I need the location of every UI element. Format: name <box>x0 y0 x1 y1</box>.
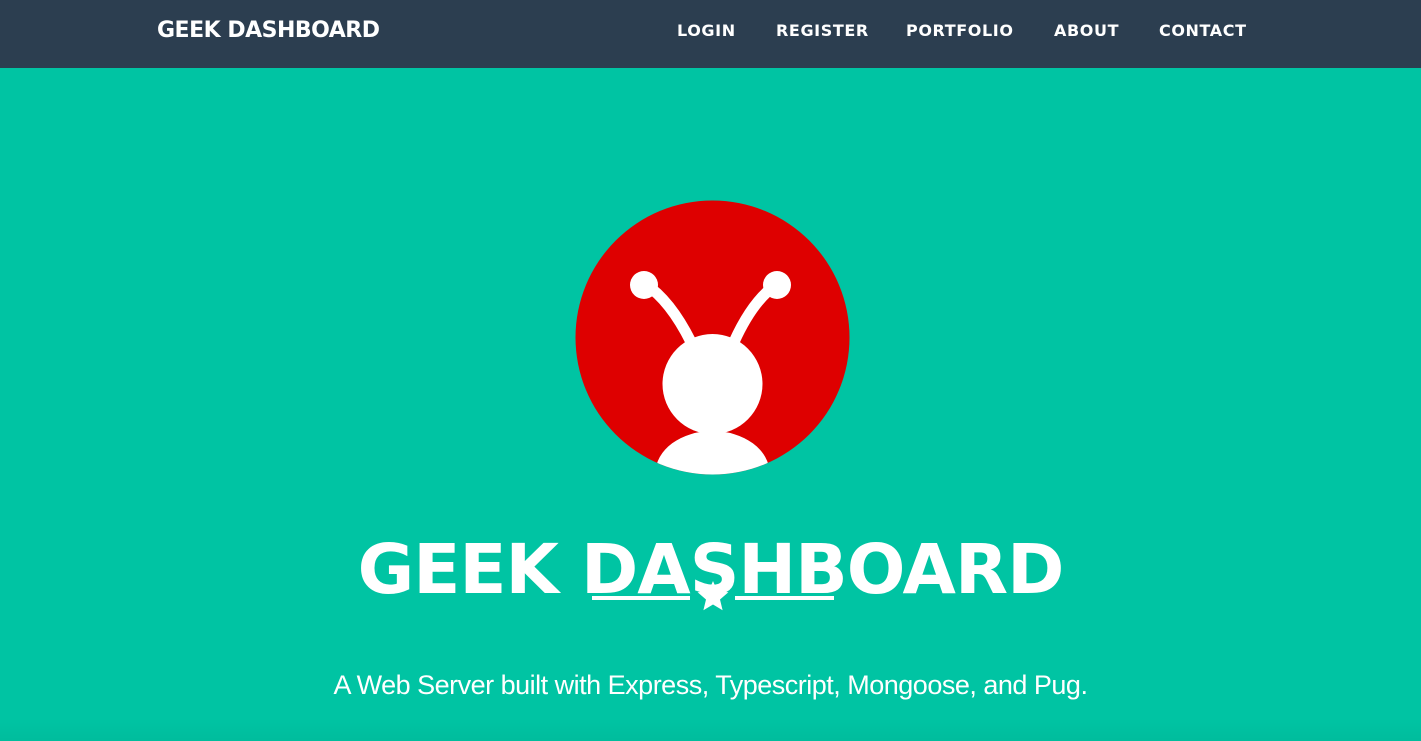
star-icon <box>696 580 730 614</box>
star-divider <box>592 578 834 616</box>
top-navbar: GEEK DASHBOARD LOGIN REGISTER PORTFOLIO … <box>0 0 1421 68</box>
nav-about[interactable]: ABOUT <box>1054 22 1119 40</box>
hero-subtitle: A Web Server built with Express, Typescr… <box>333 670 1088 700</box>
nav-register[interactable]: REGISTER <box>776 22 869 40</box>
nav-portfolio[interactable]: PORTFOLIO <box>906 22 1014 40</box>
nav-contact[interactable]: CONTACT <box>1159 22 1247 40</box>
bug-avatar-icon <box>575 200 850 475</box>
divider-line-right <box>735 596 834 600</box>
divider-line-left <box>592 596 690 600</box>
nav-login[interactable]: LOGIN <box>677 22 736 40</box>
brand-link[interactable]: GEEK DASHBOARD <box>157 18 380 44</box>
section-bottom-shadow <box>0 718 1421 741</box>
